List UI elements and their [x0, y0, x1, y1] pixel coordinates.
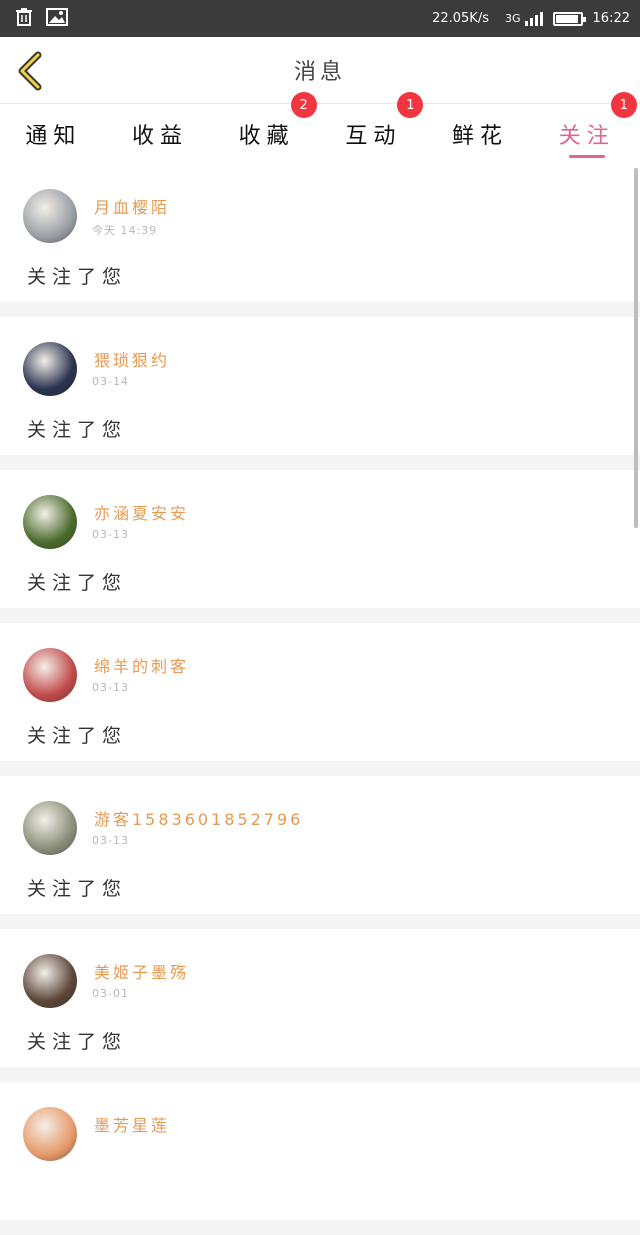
list-item[interactable]: 墨芳星莲	[0, 1082, 640, 1220]
timestamp: 今天 14:39	[92, 224, 158, 237]
network-type: 3G	[505, 12, 521, 25]
tab-5[interactable]: 关注 1	[533, 92, 640, 164]
list-item[interactable]: 绵羊的刺客 03-13 关注了您	[0, 623, 640, 761]
message-text: 关注了您	[27, 266, 128, 288]
clock: 16:22	[592, 11, 630, 26]
username[interactable]: 猥琐狠约	[94, 347, 170, 371]
tab-4[interactable]: 鲜花	[427, 104, 534, 164]
chevron-left-icon[interactable]	[14, 51, 48, 91]
tab-label: 互动	[345, 124, 402, 149]
tab-label: 关注	[558, 124, 615, 149]
avatar[interactable]	[23, 954, 77, 1008]
app-header: 消息	[0, 37, 640, 104]
avatar[interactable]	[23, 342, 77, 396]
unread-badge: 2	[290, 92, 317, 118]
unread-badge: 1	[610, 92, 637, 118]
message-text: 关注了您	[27, 878, 128, 900]
avatar[interactable]	[23, 1107, 77, 1161]
page-title: 消息	[293, 60, 346, 85]
tab-label: 鲜花	[452, 124, 509, 149]
username[interactable]: 绵羊的刺客	[94, 653, 189, 677]
tab-3[interactable]: 互动 1	[320, 92, 427, 164]
tab-bar: 通知 收益 收藏 2 互动 1 鲜花 关注 1	[0, 92, 640, 164]
list-item[interactable]: 游客1583601852796 03-13 关注了您	[0, 776, 640, 914]
avatar[interactable]	[23, 648, 77, 702]
network-speed: 22.05K/s	[432, 11, 489, 26]
message-text: 关注了您	[27, 725, 128, 747]
username[interactable]: 墨芳星莲	[94, 1112, 170, 1136]
username[interactable]: 亦涵夏安安	[94, 500, 189, 524]
username[interactable]: 美姬子墨殇	[94, 959, 189, 983]
list-item[interactable]: 月血樱陌今天 14:39 关注了您	[0, 164, 640, 302]
timestamp: 03-01	[92, 987, 129, 1000]
username[interactable]: 月血樱陌	[94, 194, 170, 218]
avatar[interactable]	[23, 801, 77, 855]
unread-badge: 1	[397, 92, 424, 118]
signal-icon	[524, 11, 543, 26]
timestamp: 03-13	[92, 528, 129, 541]
active-tab-indicator	[568, 155, 605, 158]
list-item[interactable]: 亦涵夏安安 03-13 关注了您	[0, 470, 640, 608]
message-text: 关注了您	[27, 1031, 128, 1053]
message-text: 关注了您	[27, 419, 128, 441]
tab-1[interactable]: 收益	[107, 104, 214, 164]
list-item[interactable]: 猥琐狠约 03-14 关注了您	[0, 317, 640, 455]
tab-label: 通知	[25, 124, 82, 149]
tab-label: 收藏	[238, 124, 295, 149]
username[interactable]: 游客1583601852796	[94, 806, 303, 830]
timestamp: 03-14	[92, 375, 129, 388]
message-list: 月血樱陌 今天 14:39 关注了您 猥琐狠约 03-14 关注了您 亦涵夏安安 03-13 关…	[0, 164, 640, 1235]
avatar[interactable]	[23, 189, 77, 243]
image-icon	[46, 7, 68, 30]
scrollbar[interactable]	[634, 168, 638, 528]
tab-2[interactable]: 收藏 2	[213, 92, 320, 164]
message-text: 关注了您	[27, 572, 128, 594]
tab-0[interactable]: 通知	[0, 104, 107, 164]
tab-label: 收益	[132, 124, 189, 149]
trash-icon	[14, 7, 34, 31]
timestamp: 03-13	[92, 834, 129, 847]
avatar[interactable]	[23, 495, 77, 549]
timestamp: 03-13	[92, 681, 129, 694]
list-item[interactable]: 美姬子墨殇 03-01 关注了您	[0, 929, 640, 1067]
battery-icon	[552, 11, 586, 26]
status-bar: 22.05K/s 3G 16:22	[0, 0, 640, 37]
